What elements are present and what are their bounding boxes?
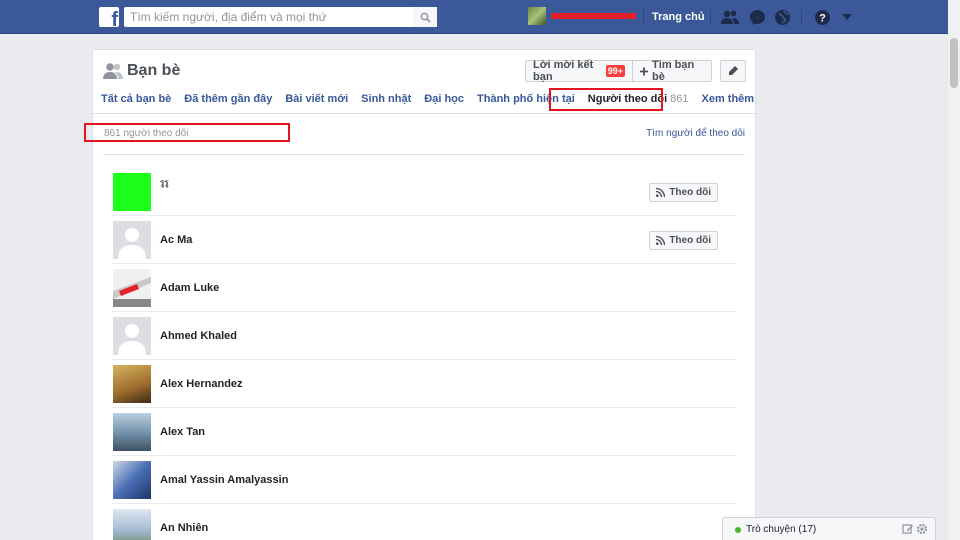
- avatar[interactable]: [113, 365, 151, 403]
- follower-name[interactable]: Ac Ma: [160, 234, 192, 246]
- list-item[interactable]: Ahmed Khaled: [112, 312, 736, 360]
- messenger-icon[interactable]: [748, 8, 766, 26]
- follower-name[interactable]: An Nhiên: [160, 522, 208, 534]
- scrollbar-thumb[interactable]: [950, 38, 958, 88]
- search-input[interactable]: [124, 7, 404, 27]
- facebook-logo-icon[interactable]: f: [99, 7, 119, 27]
- followers-list: รูรู Theo dõi Ac Ma Theo dõi Adam Luke A…: [112, 168, 736, 540]
- highlight-followers-tab: [549, 88, 663, 111]
- tab-recently-added[interactable]: Đã thêm gần đây: [184, 93, 272, 105]
- friend-requests-label: Lời mời kết bạn: [533, 59, 594, 83]
- friends-icon: [103, 62, 123, 83]
- follower-name[interactable]: Alex Tan: [160, 426, 205, 438]
- gear-icon[interactable]: [916, 523, 928, 535]
- page-title: Bạn bè: [127, 62, 181, 79]
- avatar[interactable]: [113, 269, 151, 307]
- edit-button[interactable]: [720, 60, 746, 82]
- avatar[interactable]: [113, 461, 151, 499]
- help-icon[interactable]: ?: [813, 8, 831, 26]
- avatar[interactable]: [113, 317, 151, 355]
- follow-label: Theo dõi: [669, 235, 711, 246]
- find-people-to-follow-link[interactable]: Tìm người để theo dõi: [646, 128, 745, 139]
- search-icon: [420, 12, 431, 23]
- list-item[interactable]: Amal Yassin Amalyassin: [112, 456, 736, 504]
- chat-bar[interactable]: Trò chuyện (17): [722, 517, 936, 540]
- tab-new-posts[interactable]: Bài viết mới: [285, 93, 348, 105]
- divider: [643, 9, 644, 25]
- list-item[interactable]: An Nhiên: [112, 504, 736, 540]
- friend-requests-button[interactable]: Lời mời kết bạn 99+: [525, 59, 633, 83]
- pencil-icon: [729, 66, 738, 75]
- profile-name-redacted[interactable]: [551, 13, 636, 19]
- follow-label: Theo dõi: [669, 187, 711, 198]
- dropdown-arrow-icon[interactable]: [838, 8, 856, 26]
- avatar[interactable]: [113, 221, 151, 259]
- follow-button[interactable]: Theo dõi: [649, 183, 718, 202]
- follower-name[interactable]: Amal Yassin Amalyassin: [160, 474, 288, 486]
- friends-tabs: Tất cả bạn bè Đã thêm gần đây Bài viết m…: [101, 93, 767, 105]
- default-avatar-icon: [118, 324, 146, 355]
- online-status-dot: [735, 527, 741, 533]
- highlight-follower-count: [84, 123, 290, 142]
- avatar[interactable]: [113, 509, 151, 540]
- follow-button[interactable]: Theo dõi: [649, 231, 718, 250]
- profile-avatar[interactable]: [528, 7, 546, 25]
- follower-name[interactable]: Alex Hernandez: [160, 378, 243, 390]
- list-item[interactable]: Ac Ma Theo dõi: [112, 216, 736, 264]
- rss-icon: [656, 236, 666, 245]
- divider: [710, 9, 711, 25]
- friend-requests-badge: 99+: [605, 65, 625, 77]
- tab-all-friends[interactable]: Tất cả bạn bè: [101, 93, 171, 105]
- find-friends-label: Tìm bạn bè: [652, 59, 695, 83]
- default-avatar-icon: [118, 228, 146, 259]
- follower-name[interactable]: Adam Luke: [160, 282, 219, 294]
- rss-icon: [656, 188, 666, 197]
- find-friends-button[interactable]: Tìm bạn bè: [632, 59, 712, 83]
- list-item[interactable]: Alex Hernandez: [112, 360, 736, 408]
- follower-name[interactable]: รูรู: [160, 176, 169, 189]
- home-link[interactable]: Trang chủ: [652, 11, 705, 23]
- compose-icon[interactable]: [902, 523, 914, 535]
- page-scrollbar[interactable]: [948, 0, 960, 540]
- friend-requests-icon[interactable]: [721, 8, 739, 26]
- tab-birthdays[interactable]: Sinh nhật: [361, 93, 411, 105]
- search-box: [124, 7, 437, 27]
- photo-thumbnail: [113, 277, 151, 307]
- search-button[interactable]: [413, 7, 437, 27]
- chat-label: Trò chuyện (17): [746, 524, 817, 535]
- top-navigation-bar: f Trang chủ ?: [0, 0, 948, 34]
- avatar[interactable]: [113, 173, 151, 211]
- plus-icon: [640, 66, 649, 76]
- tab-followers-count: 861: [670, 93, 689, 105]
- list-item[interactable]: Adam Luke: [112, 264, 736, 312]
- svg-text:?: ?: [819, 12, 826, 24]
- tab-university[interactable]: Đại học: [424, 93, 464, 105]
- divider: [801, 9, 802, 25]
- tab-see-more[interactable]: Xem thêm: [702, 93, 755, 105]
- follower-name[interactable]: Ahmed Khaled: [160, 330, 237, 342]
- avatar[interactable]: [113, 413, 151, 451]
- list-item[interactable]: Alex Tan: [112, 408, 736, 456]
- list-item[interactable]: รูรู Theo dõi: [112, 168, 736, 216]
- notifications-globe-icon[interactable]: [773, 8, 791, 26]
